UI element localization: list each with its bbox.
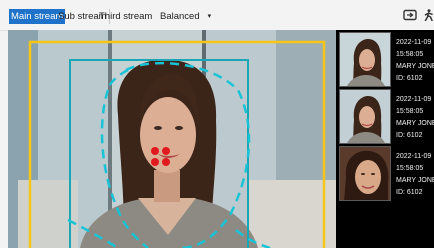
face-thumbnail: [339, 32, 391, 87]
walking-person-icon[interactable]: [422, 9, 434, 21]
quality-dropdown[interactable]: Balanced ▾: [160, 9, 211, 24]
face-thumbnail: [339, 146, 391, 201]
chevron-down-icon: ▾: [207, 13, 212, 20]
quality-label: Balanced: [160, 11, 200, 22]
capture-info: 2022-11-09 15:58:05 MARY JONES ID: 6102: [396, 151, 434, 199]
capture-time: 15:58:05: [396, 165, 424, 172]
capture-date: 2022-11-09: [396, 96, 432, 103]
capture-name: MARY JONES: [396, 63, 434, 70]
capture-card[interactable]: 2022-11-09 15:58:05 MARY JONES ID: 6102: [339, 89, 434, 144]
capture-info: 2022-11-09 15:58:05 MARY JONES ID: 6102: [396, 94, 434, 142]
capture-date: 2022-11-09: [396, 39, 432, 46]
capture-info: 2022-11-09 15:58:05 MARY JONES ID: 6102: [396, 37, 434, 85]
capture-list-panel: 2022-11-09 15:58:05 MARY JONES ID: 6102 …: [336, 30, 434, 248]
stream-toolbar: Main stream Sub stream Third stream Bala…: [0, 0, 434, 31]
tab-third-stream[interactable]: Third stream: [97, 9, 154, 24]
face-thumbnail: [339, 89, 391, 144]
snapshot-icon[interactable]: [403, 9, 417, 21]
capture-id: ID: 6102: [396, 189, 423, 196]
capture-card[interactable]: 2022-11-09 15:58:05 MARY JONES ID: 6102: [339, 32, 434, 87]
capture-time: 15:58:05: [396, 108, 424, 115]
capture-name: MARY JONES: [396, 177, 434, 184]
capture-date: 2022-11-09: [396, 153, 432, 160]
capture-id: ID: 6102: [396, 75, 423, 82]
video-frame: [8, 30, 336, 248]
capture-id: ID: 6102: [396, 132, 423, 139]
capture-card[interactable]: 2022-11-09 15:58:05 MARY JONES ID: 6102: [339, 146, 434, 201]
capture-time: 15:58:05: [396, 51, 424, 58]
live-video-view[interactable]: [8, 30, 336, 248]
capture-name: MARY JONES: [396, 120, 434, 127]
